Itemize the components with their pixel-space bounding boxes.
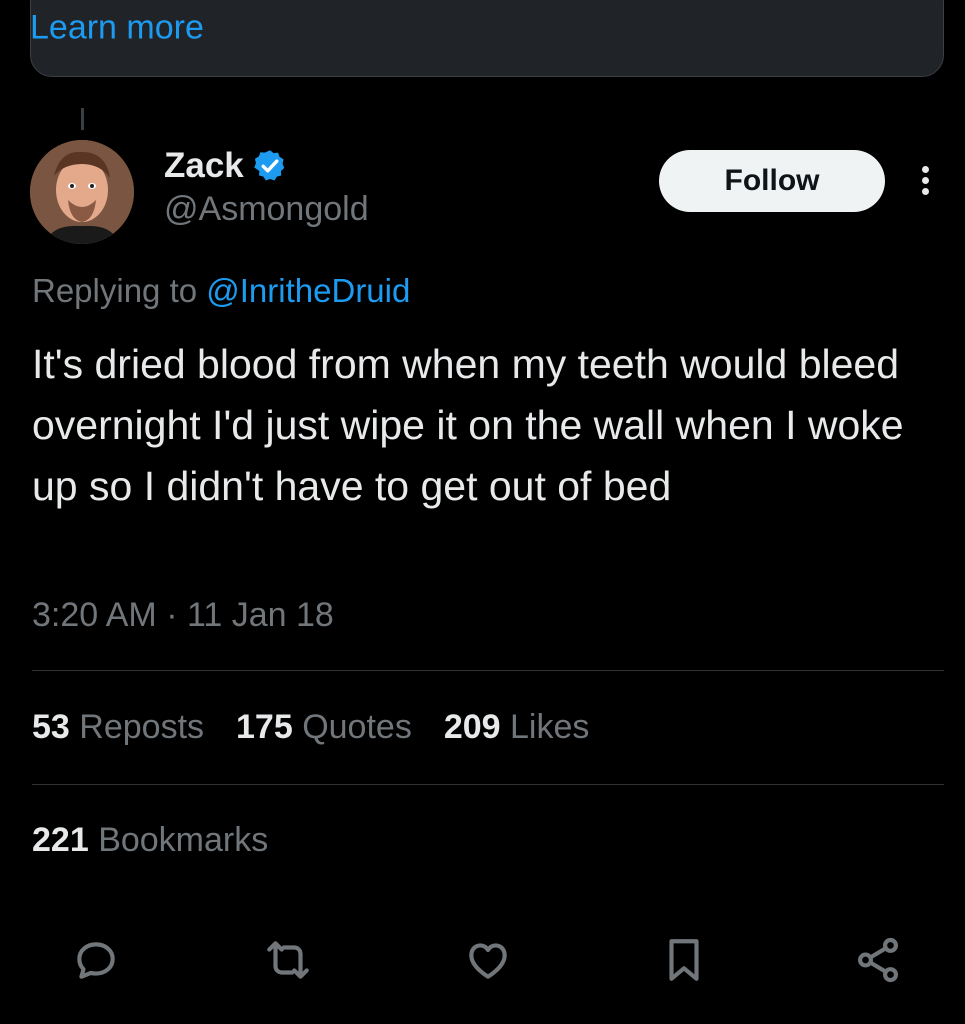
thread-connector [81,108,84,130]
repost-icon[interactable] [258,930,318,990]
bookmarks-stat[interactable]: 221 Bookmarks [32,821,268,860]
quotes-stat[interactable]: 175 Quotes [236,708,412,747]
tweet-text: It's dried blood from when my teeth woul… [32,341,904,509]
divider [32,670,944,671]
replying-to-label: Replying to [32,272,207,309]
learn-more-link[interactable]: Learn more [30,9,204,48]
share-icon[interactable] [848,930,908,990]
divider [32,784,944,785]
reposts-stat[interactable]: 53 Reposts [32,708,204,747]
tweet-timestamp[interactable]: 3:20 AM · 11 Jan 18 [32,596,334,635]
reply-mention-link[interactable]: @InritheDruid [206,272,410,309]
engagement-stats: 53 Reposts 175 Quotes 209 Likes [32,708,589,747]
reply-icon[interactable] [66,930,126,990]
replying-to: Replying to @InritheDruid [32,272,410,310]
likes-stat[interactable]: 209 Likes [444,708,590,747]
author-handle[interactable]: @Asmongold [164,190,369,229]
author-name[interactable]: Zack [164,146,244,186]
bookmark-icon[interactable] [654,930,714,990]
follow-button[interactable]: Follow [659,150,885,212]
author-name-row[interactable]: Zack [164,146,288,186]
avatar-image [30,140,134,244]
action-bar [0,930,965,990]
verified-badge-icon [254,150,285,181]
avatar[interactable] [30,140,134,244]
more-options-icon[interactable] [914,162,936,202]
like-icon[interactable] [458,930,518,990]
